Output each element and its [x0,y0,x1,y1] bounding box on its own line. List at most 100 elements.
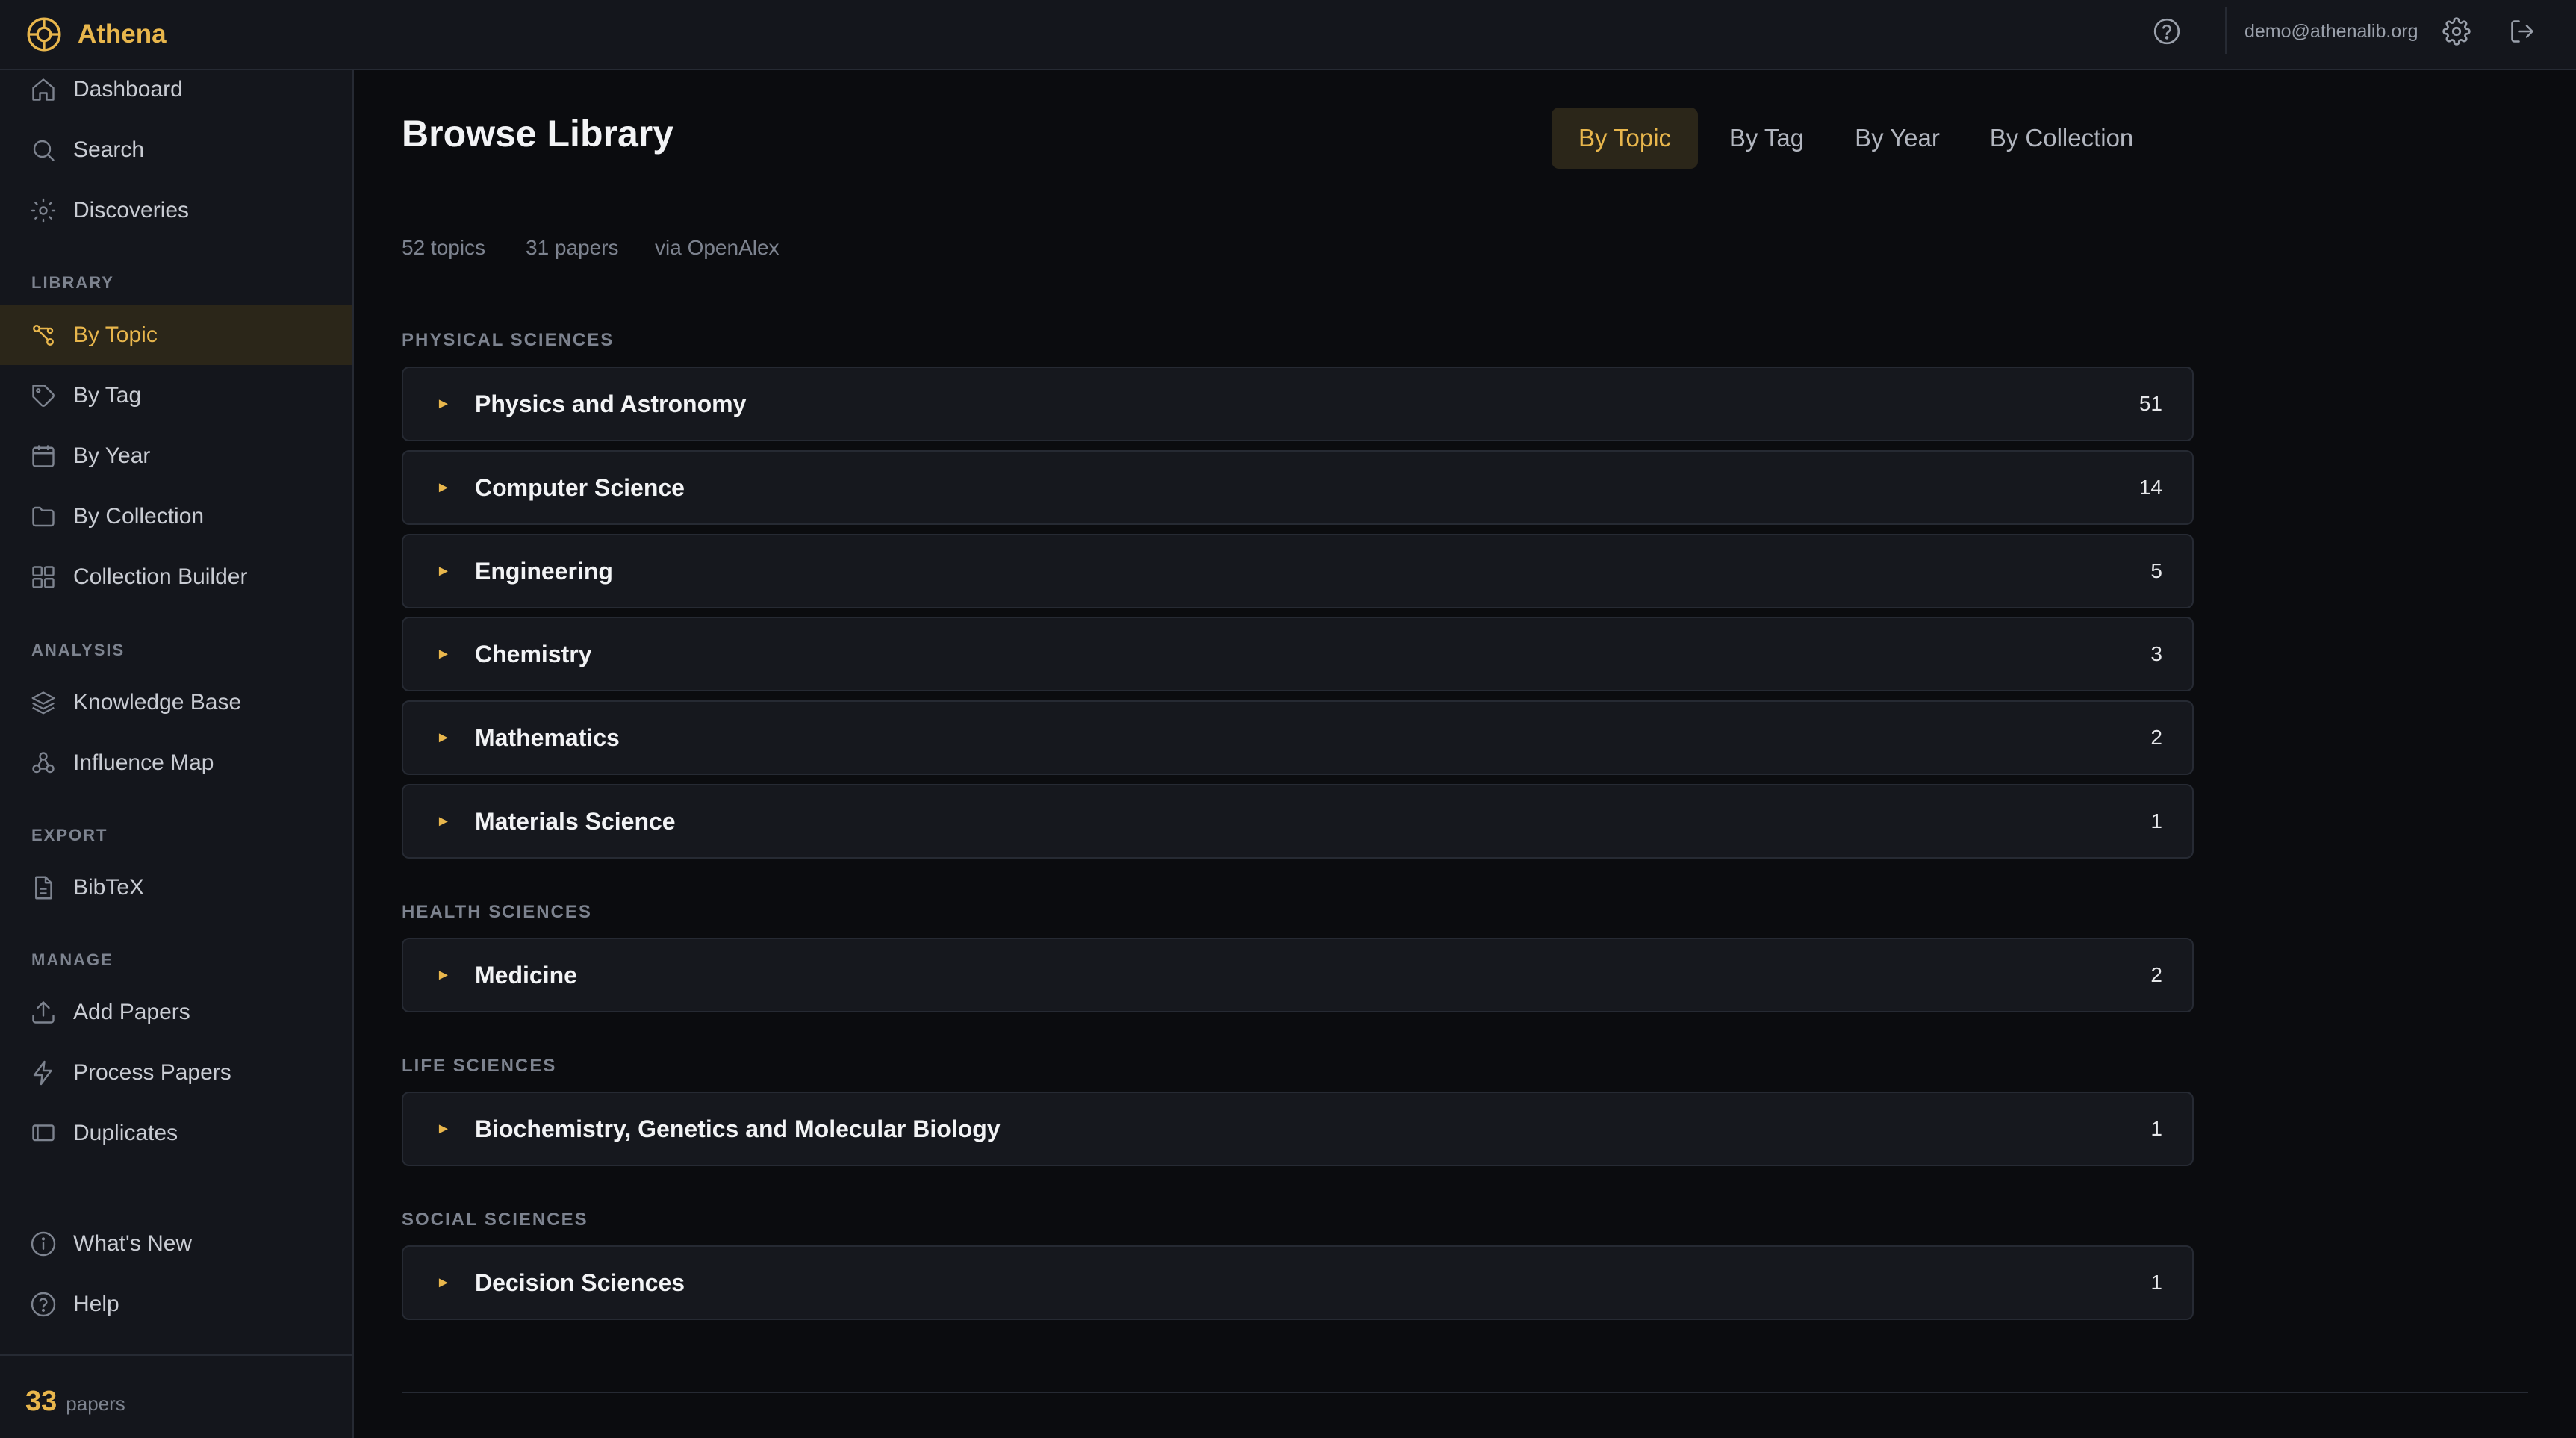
nav-label: Help [73,1292,119,1316]
section-label-library: LIBRARY [31,273,114,292]
tab-by-collection[interactable]: By Collection [1970,108,2153,169]
nav-by-year[interactable]: By Year [0,426,352,486]
content-divider [402,1392,2528,1393]
topic-row[interactable]: ► Materials Science 1 [402,784,2194,859]
bolt-icon [30,1059,57,1086]
expand-arrow-icon: ► [436,1120,451,1137]
nav-label: By Tag [73,383,142,408]
topic-row[interactable]: ► Engineering 5 [402,534,2194,608]
topic-row[interactable]: ► Computer Science 14 [402,450,2194,525]
nav-add-papers[interactable]: Add Papers [0,983,352,1042]
nav-label: What's New [73,1231,193,1256]
nav-label: Discoveries [73,198,190,222]
topic-count: 2 [2150,963,2162,986]
nav-label: Add Papers [73,1000,190,1024]
topic-row[interactable]: ► Decision Sciences 1 [402,1245,2194,1320]
expand-arrow-icon: ► [436,395,451,412]
network-icon [30,750,57,776]
nav-label: Knowledge Base [73,690,242,715]
nav-discoveries[interactable]: Discoveries [0,181,352,240]
nav-search[interactable]: Search [0,120,352,180]
gear-icon[interactable] [2442,16,2471,46]
paper-count-number: 33 [25,1386,57,1417]
topic-name: Engineering [475,557,613,585]
paper-count-label: papers [66,1392,125,1415]
topic-row[interactable]: ► Chemistry 3 [402,617,2194,691]
topic-count: 5 [2150,559,2162,582]
topic-name: Computer Science [475,473,685,501]
brand[interactable]: Athena [25,16,167,53]
topic-row[interactable]: ► Physics and Astronomy 51 [402,367,2194,441]
group-label-physical-sciences: PHYSICAL SCIENCES [402,330,615,350]
nav-label: Duplicates [73,1121,178,1145]
top-bar: Athena [0,0,2576,70]
nav-by-topic[interactable]: By Topic [0,305,352,365]
nav-label: Dashboard [73,77,183,102]
topic-name: Physics and Astronomy [475,390,747,417]
nav-label: By Year [73,443,151,468]
topic-count: 3 [2150,642,2162,665]
topic-row[interactable]: ► Biochemistry, Genetics and Molecular B… [402,1092,2194,1166]
papers-count: 31 papers [526,236,619,259]
topic-count: 14 [2138,476,2162,499]
nav-bibtex[interactable]: BibTeX [0,858,352,918]
paper-count: 33 papers [25,1386,125,1418]
nav-influence-map[interactable]: Influence Map [0,733,352,793]
nav-label: Process Papers [73,1060,231,1085]
grid-icon [30,564,57,591]
data-source: via OpenAlex [655,236,780,259]
topic-row[interactable]: ► Mathematics 2 [402,700,2194,775]
nav-label: Search [73,137,145,162]
nav-process-papers[interactable]: Process Papers [0,1043,352,1103]
topbar-divider [2225,7,2227,54]
page-title: Browse Library [402,113,674,155]
home-icon [30,76,57,103]
section-label-manage: MANAGE [31,950,113,969]
topic-count: 1 [2150,1117,2162,1140]
info-icon [30,1230,57,1257]
search-icon [30,137,57,164]
tag-icon [30,382,57,409]
group-label-social-sciences: SOCIAL SCIENCES [402,1210,588,1230]
section-label-export: EXPORT [31,826,108,844]
group-label-health-sciences: HEALTH SCIENCES [402,902,592,922]
nav-by-tag[interactable]: By Tag [0,366,352,426]
topic-name: Chemistry [475,640,592,667]
nav-duplicates[interactable]: Duplicates [0,1104,352,1163]
upload-icon [30,999,57,1026]
expand-arrow-icon: ► [436,729,451,746]
expand-arrow-icon: ► [436,812,451,830]
brand-name: Athena [78,19,167,49]
help-circle-icon[interactable] [2152,16,2182,46]
nav-by-collection[interactable]: By Collection [0,487,352,547]
nav-whats-new[interactable]: What's New [0,1214,352,1274]
topic-name: Mathematics [475,723,620,751]
nav-help[interactable]: Help [0,1274,352,1334]
tab-by-year[interactable]: By Year [1835,108,1959,169]
logout-icon[interactable] [2507,16,2537,46]
nav-label: BibTeX [73,875,145,900]
tab-by-tag[interactable]: By Tag [1710,108,1823,169]
sparkle-icon [30,197,57,224]
expand-arrow-icon: ► [436,479,451,496]
topics-count: 52 topics [402,236,486,259]
expand-arrow-icon: ► [436,645,451,662]
tab-by-topic[interactable]: By Topic [1552,108,1698,169]
nav-knowledge-base[interactable]: Knowledge Base [0,673,352,732]
topic-count: 2 [2150,726,2162,749]
topic-row[interactable]: ► Medicine 2 [402,938,2194,1012]
nav-dashboard[interactable]: Dashboard [0,60,352,119]
user-email[interactable]: demo@athenalib.org [2244,21,2418,43]
file-icon [30,874,57,901]
calendar-icon [30,443,57,470]
folder-icon [30,503,57,530]
topic-name: Decision Sciences [475,1269,685,1296]
topic-count: 1 [2150,809,2162,832]
nav-collection-builder[interactable]: Collection Builder [0,547,352,607]
duplicate-icon [30,1120,57,1147]
topic-icon [30,322,57,349]
help-icon [30,1291,57,1318]
group-label-life-sciences: LIFE SCIENCES [402,1056,557,1076]
nav-label: Influence Map [73,750,214,775]
layers-icon [30,689,57,716]
